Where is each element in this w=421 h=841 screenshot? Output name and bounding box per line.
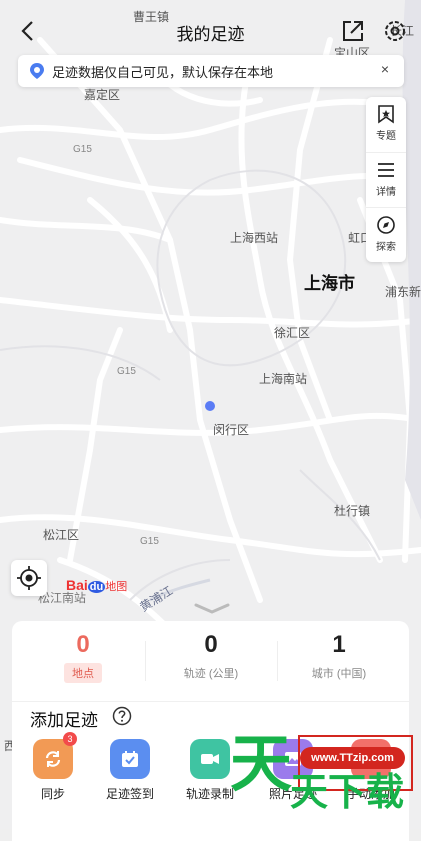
- stat-value: 0: [76, 631, 90, 658]
- notice-text: 足迹数据仅自己可见，默认保存在本地: [52, 64, 274, 80]
- map-toolbar: 专题 详情 探索: [366, 97, 406, 262]
- share-icon: [343, 21, 363, 41]
- privacy-notice: 足迹数据仅自己可见，默认保存在本地 ×: [18, 55, 404, 87]
- stat-places[interactable]: 0 地点: [17, 631, 149, 683]
- map-label: 上海南站: [259, 372, 308, 386]
- bookmark-icon: [378, 105, 394, 124]
- site-watermark: 天 www.TTzip.com 天下载: [230, 730, 415, 825]
- stat-label: 轨迹 (公里): [183, 668, 239, 680]
- map-label-city: 上海市: [304, 274, 355, 293]
- top-bar: 我的足迹: [0, 0, 421, 60]
- share-button[interactable]: [340, 18, 366, 44]
- stat-label: 地点: [64, 663, 102, 683]
- map-label: 松江区: [43, 528, 80, 542]
- map-label: G15: [117, 366, 136, 377]
- watermark-url: www.TTzip.com: [300, 747, 405, 769]
- action-sync[interactable]: 3 同步: [17, 732, 89, 802]
- section-title: 添加足迹: [30, 711, 98, 730]
- stat-label: 城市 (中国): [311, 668, 367, 680]
- stat-track[interactable]: 0 轨迹 (公里): [145, 631, 277, 683]
- calendar-check-icon: [110, 739, 150, 779]
- map-label: 闵行区: [213, 423, 250, 437]
- stat-value: 0: [204, 631, 218, 658]
- tool-label: 探索: [376, 242, 396, 253]
- map-label: G15: [73, 144, 92, 155]
- map-label: 浦东新: [385, 285, 421, 299]
- baidu-map-logo: Bai du 地图: [66, 577, 128, 593]
- map-label: 徐汇区: [274, 326, 311, 340]
- tool-label: 详情: [376, 187, 396, 198]
- action-label: 同步: [40, 787, 65, 801]
- tool-topic[interactable]: 专题: [366, 97, 406, 151]
- action-checkin[interactable]: 足迹签到: [94, 739, 166, 802]
- map-label: G15: [140, 536, 159, 547]
- divider: [12, 701, 409, 702]
- map-label: 杜行镇: [334, 504, 371, 518]
- tool-details[interactable]: 详情: [366, 152, 406, 207]
- tool-label: 专题: [376, 131, 396, 142]
- gear-icon: [385, 21, 405, 41]
- badge-count: 3: [63, 732, 77, 746]
- settings-button[interactable]: [381, 17, 409, 45]
- map-label: 上海西站: [230, 231, 279, 245]
- watermark-text: 天下载: [290, 772, 405, 814]
- compass-icon: [377, 216, 395, 234]
- stat-value: 1: [332, 631, 346, 658]
- current-location-dot: [205, 401, 215, 411]
- close-icon[interactable]: ×: [376, 61, 394, 77]
- help-icon[interactable]: [112, 706, 132, 726]
- list-icon: [378, 163, 394, 177]
- map-label: 嘉定区: [84, 88, 121, 102]
- action-label: 足迹签到: [105, 787, 154, 801]
- watermark-glyph: 天: [230, 730, 293, 799]
- chevron-down-icon[interactable]: [192, 602, 232, 616]
- tool-explore[interactable]: 探索: [366, 207, 406, 262]
- crosshair-icon: [17, 566, 41, 590]
- location-pin-icon: [30, 63, 44, 79]
- locate-button[interactable]: [11, 560, 47, 596]
- video-camera-icon: [190, 739, 230, 779]
- sync-icon: 3: [33, 732, 77, 779]
- stat-cities[interactable]: 1 城市 (中国): [273, 631, 405, 683]
